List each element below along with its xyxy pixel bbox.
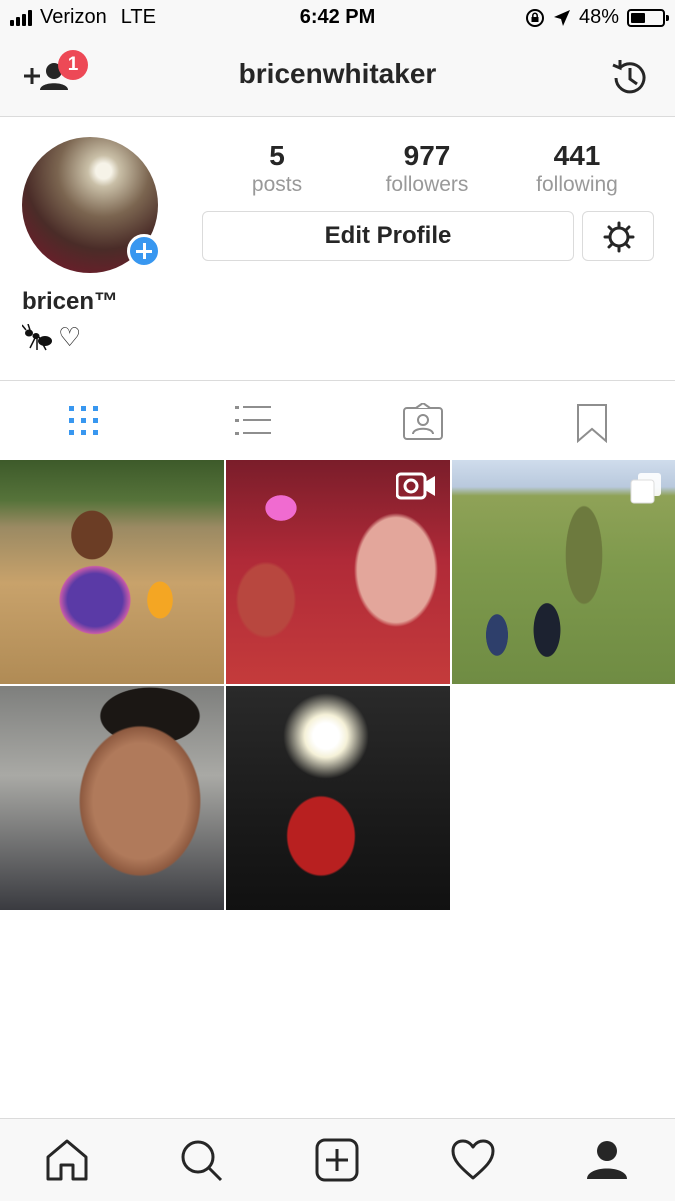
bottom-tab-bar bbox=[0, 1118, 675, 1201]
profile-tabs bbox=[0, 380, 675, 461]
nav-activity[interactable] bbox=[450, 1137, 496, 1183]
grid-icon bbox=[69, 406, 98, 435]
tab-tagged[interactable] bbox=[336, 381, 504, 461]
archive-history-icon bbox=[612, 60, 646, 94]
video-icon bbox=[396, 472, 435, 500]
post-thumbnail[interactable] bbox=[452, 460, 675, 684]
list-icon bbox=[235, 406, 271, 435]
battery-percent: 48% bbox=[578, 6, 619, 28]
nav-new-post[interactable] bbox=[314, 1137, 360, 1183]
edit-profile-button[interactable]: Edit Profile bbox=[202, 211, 574, 261]
status-right: 48% bbox=[525, 6, 669, 29]
post-thumbnail[interactable] bbox=[0, 686, 224, 910]
followers-label: followers bbox=[385, 173, 469, 196]
bio-text: ♡ bbox=[58, 322, 82, 352]
profile-header-bar: 1 bricenwhitaker bbox=[0, 38, 675, 117]
location-icon bbox=[553, 9, 570, 26]
stat-followers[interactable]: 977 followers bbox=[352, 140, 502, 198]
archive-button[interactable] bbox=[608, 56, 652, 100]
display-name: bricen™ bbox=[22, 288, 119, 315]
status-bar: Verizon LTE 6:42 PM 48% bbox=[0, 0, 675, 38]
tagged-icon bbox=[403, 403, 443, 440]
settings-button[interactable] bbox=[582, 211, 654, 261]
posts-label: posts bbox=[251, 173, 303, 196]
battery-icon bbox=[627, 8, 669, 27]
orientation-lock-icon bbox=[525, 8, 544, 27]
stat-posts[interactable]: 5 posts bbox=[202, 140, 352, 198]
stat-following[interactable]: 441 following bbox=[502, 140, 652, 198]
following-count: 441 bbox=[553, 140, 601, 171]
bio: ♡ bbox=[22, 322, 81, 353]
nav-profile[interactable] bbox=[584, 1137, 630, 1183]
post-thumbnail[interactable] bbox=[226, 686, 450, 910]
followers-count: 977 bbox=[403, 140, 451, 171]
carousel-icon bbox=[630, 473, 661, 504]
post-thumbnail[interactable] bbox=[0, 460, 224, 684]
bookmark-icon bbox=[577, 404, 607, 443]
home-icon bbox=[46, 1139, 88, 1181]
ant-emoji bbox=[22, 323, 52, 350]
nav-home[interactable] bbox=[44, 1137, 90, 1183]
profile-icon bbox=[587, 1141, 627, 1179]
search-icon bbox=[181, 1140, 223, 1182]
tab-list[interactable] bbox=[168, 381, 336, 461]
add-story-icon[interactable] bbox=[127, 234, 161, 268]
following-label: following bbox=[536, 173, 618, 196]
profile-username: bricenwhitaker bbox=[238, 58, 437, 89]
posts-count: 5 bbox=[269, 140, 285, 171]
post-thumbnail[interactable] bbox=[226, 460, 450, 684]
activity-heart-icon bbox=[451, 1139, 495, 1180]
new-post-icon bbox=[315, 1138, 359, 1182]
tab-grid[interactable] bbox=[0, 381, 168, 461]
nav-search[interactable] bbox=[178, 1137, 224, 1183]
tab-saved[interactable] bbox=[504, 381, 672, 461]
gear-icon bbox=[603, 221, 635, 253]
